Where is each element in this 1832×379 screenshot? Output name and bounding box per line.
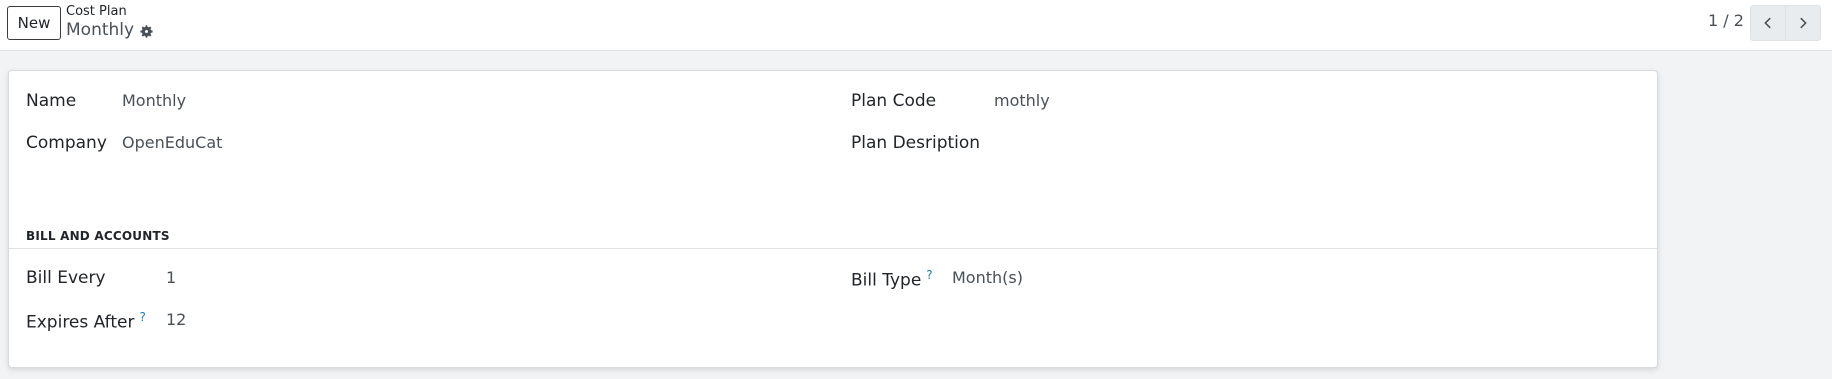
bill-every-field[interactable]: 1 [166,268,176,287]
expires-after-field[interactable]: 12 [166,310,186,329]
bill-type-field[interactable]: Month(s) [952,268,1023,287]
gear-icon[interactable] [139,24,154,39]
plan-description-label: Plan Desription [851,133,981,153]
name-label: Name [26,91,77,111]
company-field[interactable]: OpenEduCat [122,133,222,152]
section-title-bill-and-accounts: BILL AND ACCOUNTS [26,229,170,243]
help-icon[interactable]: ? [926,268,932,282]
pager-value[interactable]: 1 / 2 [1708,11,1744,30]
expires-after-label-text: Expires After [26,312,135,333]
bill-type-label: Bill Type? [851,268,933,291]
expires-after-label: Expires After? [26,310,146,333]
bill-every-label: Bill Every [26,268,106,288]
record-title: Monthly [66,20,154,40]
help-icon[interactable]: ? [139,310,145,324]
chevron-right-icon [1800,17,1807,29]
form-sheet: Name Monthly Plan Code mothly Company Op… [8,70,1658,368]
control-panel: New Cost Plan Monthly 1 / 2 [0,0,1832,51]
pager-previous-button[interactable] [1750,5,1786,41]
plan-code-label: Plan Code [851,91,937,111]
pager-next-button[interactable] [1785,5,1821,41]
breadcrumb-parent-link[interactable]: Cost Plan [66,4,127,19]
name-field[interactable]: Monthly [122,91,186,110]
section-divider [9,248,1657,249]
plan-code-field[interactable]: mothly [994,91,1050,110]
record-title-text: Monthly [66,20,135,40]
company-label: Company [26,133,107,153]
bill-type-label-text: Bill Type [851,270,922,291]
chevron-left-icon [1764,17,1771,29]
new-button[interactable]: New [7,6,61,40]
